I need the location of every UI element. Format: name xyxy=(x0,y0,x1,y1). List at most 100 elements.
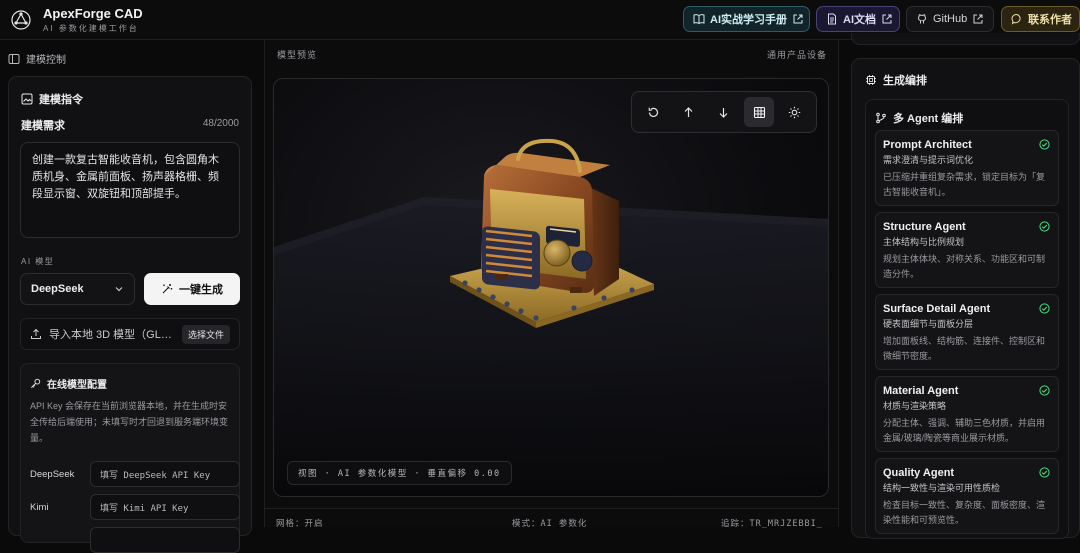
reset-view-button[interactable] xyxy=(639,97,669,127)
ai-model-selected: DeepSeek xyxy=(31,283,84,295)
right-top-card-edge xyxy=(851,33,1080,45)
move-down-button[interactable] xyxy=(709,97,739,127)
agent-detail: 增加面板线、结构筋、连接件、控制区和微细节密度。 xyxy=(883,336,1046,361)
requirement-label: 建模需求 xyxy=(21,120,65,132)
external-link-icon xyxy=(973,14,983,24)
preview-label: 模型预览 xyxy=(277,51,318,61)
multi-agent-header: 多 Agent 编排 xyxy=(875,110,963,126)
handbook-button[interactable]: AI实战学习手册 xyxy=(683,6,810,32)
modeling-instruction-card: 建模指令 建模需求 48/2000 创建一款复古智能收音机，包含圆角木质机身、金… xyxy=(8,76,252,553)
deepseek-key-input[interactable]: 填写 DeepSeek API Key xyxy=(90,461,240,487)
agent-name: Quality Agent xyxy=(883,467,955,479)
move-up-button[interactable] xyxy=(674,97,704,127)
viewport-toolbar xyxy=(631,91,817,133)
config-title: 在线模型配置 xyxy=(30,376,107,391)
agent-card-structure[interactable]: Structure Agent 主体结构与比例规划 规划主体体块、对称关系、功能… xyxy=(875,212,1059,288)
upload-icon xyxy=(31,328,41,339)
agent-card-surface-detail[interactable]: Surface Detail Agent 硬表面细节与面板分层 增加面板线、结构… xyxy=(875,294,1059,370)
requirement-textarea[interactable]: 创建一款复古智能收音机，包含圆角木质机身、金属前面板、扬声器格栅、频段显示窗、双… xyxy=(20,142,240,238)
agent-card-material[interactable]: Material Agent 材质与渲染策略 分配主体、强调、辅助三色材质，并启… xyxy=(875,376,1059,452)
card-title: 建模指令 xyxy=(21,91,83,107)
ai-model-select[interactable]: DeepSeek xyxy=(20,273,135,305)
sun-icon xyxy=(788,106,801,118)
generation-orchestration-card: 生成编排 多 Agent 编排 Prompt Architect 需求澄清与提示… xyxy=(851,58,1080,539)
card-title-text: 建模指令 xyxy=(39,94,83,106)
import-model-row[interactable]: 导入本地 3D 模型（GLB / GLTF / OBJ / STL） 选择文件 xyxy=(20,318,240,350)
check-circle-icon xyxy=(1039,303,1050,314)
generate-label: 一键生成 xyxy=(179,284,223,296)
agent-name: Material Agent xyxy=(883,385,959,397)
contact-author-button[interactable]: 联系作者 xyxy=(1001,6,1080,32)
docs-button[interactable]: AI文档 xyxy=(816,6,900,32)
agent-role: 结构一致性与渲染可用性质检 xyxy=(883,483,1001,493)
arrow-up-icon xyxy=(684,106,693,117)
extra-key-input[interactable] xyxy=(90,527,240,553)
agent-role: 硬表面细节与面板分层 xyxy=(883,319,974,329)
agent-name: Prompt Architect xyxy=(883,139,972,151)
logo-icon xyxy=(11,10,31,30)
config-title-text: 在线模型配置 xyxy=(47,380,107,391)
left-section-label: 建模控制 xyxy=(8,51,66,66)
sidebar-panel-icon xyxy=(8,53,20,64)
device-type-label: 通用产品设备 xyxy=(767,51,828,61)
external-link-icon xyxy=(793,14,803,24)
kimi-key-row: Kimi 填写 Kimi API Key xyxy=(30,494,240,520)
chat-bubble-icon xyxy=(1011,14,1021,25)
agent-role: 需求澄清与提示词优化 xyxy=(883,155,974,165)
agent-role: 材质与渲染策略 xyxy=(883,401,947,411)
arrow-down-icon xyxy=(720,107,728,118)
image-frame-icon xyxy=(21,93,33,105)
contact-label: 联系作者 xyxy=(1028,14,1072,26)
generate-button[interactable]: 一键生成 xyxy=(144,273,240,305)
docs-label: AI文档 xyxy=(843,14,876,26)
check-circle-icon xyxy=(1039,139,1050,150)
agent-detail: 分配主体、强调、辅助三色材质，并启用金属/玻璃/陶瓷等商业展示材质。 xyxy=(883,418,1046,443)
left-section-text: 建模控制 xyxy=(26,55,66,66)
deepseek-key-row: DeepSeek 填写 DeepSeek API Key xyxy=(30,461,240,487)
check-circle-icon xyxy=(1039,221,1050,232)
config-description: API Key 会保存在当前浏览器本地，并在生成时安全传给后端使用；未填写时才回… xyxy=(30,401,229,443)
radio-model-render xyxy=(274,138,828,496)
status-footer: 网格：开启 模式：AI 参数化 追踪：TR_MRJZEBBI_ xyxy=(264,508,839,529)
multi-agent-card: 多 Agent 编排 Prompt Architect 需求澄清与提示词优化 已… xyxy=(865,99,1069,539)
app-subtitle: AI 参数化建模工作台 xyxy=(43,24,139,33)
online-model-config-card: 在线模型配置 API Key 会保存在当前浏览器本地，并在生成时安全传给后端使用… xyxy=(20,363,240,553)
app-title: ApexForge CAD xyxy=(43,6,143,21)
ai-model-label: AI 模型 xyxy=(21,257,55,266)
agent-name: Surface Detail Agent xyxy=(883,303,991,315)
choose-file-button[interactable]: 选择文件 xyxy=(181,324,230,344)
agent-card-quality[interactable]: Quality Agent 结构一致性与渲染可用性质检 检查目标一致性、复杂度、… xyxy=(875,458,1059,534)
orchestration-title: 生成编排 xyxy=(883,75,927,87)
magic-wand-icon xyxy=(162,284,173,294)
key-icon xyxy=(31,378,41,388)
git-branch-icon xyxy=(876,112,886,124)
agent-role: 主体结构与比例规划 xyxy=(883,237,965,247)
chevron-down-icon xyxy=(115,287,123,292)
document-icon xyxy=(828,13,836,25)
grid-icon xyxy=(753,106,765,118)
external-link-icon xyxy=(882,14,892,24)
cpu-icon xyxy=(866,75,876,85)
3d-viewport[interactable]: 视图 · AI 参数化模型 · 垂直偏移 0.00 xyxy=(273,78,829,497)
orchestration-header: 生成编排 xyxy=(865,72,927,88)
requirement-char-count: 48/2000 xyxy=(202,118,239,129)
agent-detail: 规划主体体块、对称关系、功能区和可制造分件。 xyxy=(883,254,1046,279)
kimi-key-input[interactable]: 填写 Kimi API Key xyxy=(90,494,240,520)
footer-mode-status: 模式：AI 参数化 xyxy=(512,519,588,529)
check-circle-icon xyxy=(1039,467,1050,478)
github-label: GitHub xyxy=(933,13,968,25)
agent-name: Structure Agent xyxy=(883,221,966,233)
viewport-status: 视图 · AI 参数化模型 · 垂直偏移 0.00 xyxy=(287,461,512,485)
github-button[interactable]: GitHub xyxy=(906,6,994,32)
lighting-button[interactable] xyxy=(779,97,809,127)
agent-detail: 检查目标一致性、复杂度、面板密度、渲染性能和可预览性。 xyxy=(883,500,1046,525)
github-icon xyxy=(917,14,927,24)
multi-agent-title: 多 Agent 编排 xyxy=(893,113,964,125)
check-circle-icon xyxy=(1039,385,1050,396)
toggle-grid-button[interactable] xyxy=(744,97,775,127)
footer-trace-id: 追踪：TR_MRJZEBBI_ xyxy=(721,519,823,529)
deepseek-key-label: DeepSeek xyxy=(30,468,75,480)
agent-card-prompt-architect[interactable]: Prompt Architect 需求澄清与提示词优化 已压缩并重组复杂需求，锁… xyxy=(875,130,1059,206)
kimi-key-label: Kimi xyxy=(30,501,49,513)
import-model-label: 导入本地 3D 模型（GLB / GLTF / OBJ / STL） xyxy=(49,329,175,341)
